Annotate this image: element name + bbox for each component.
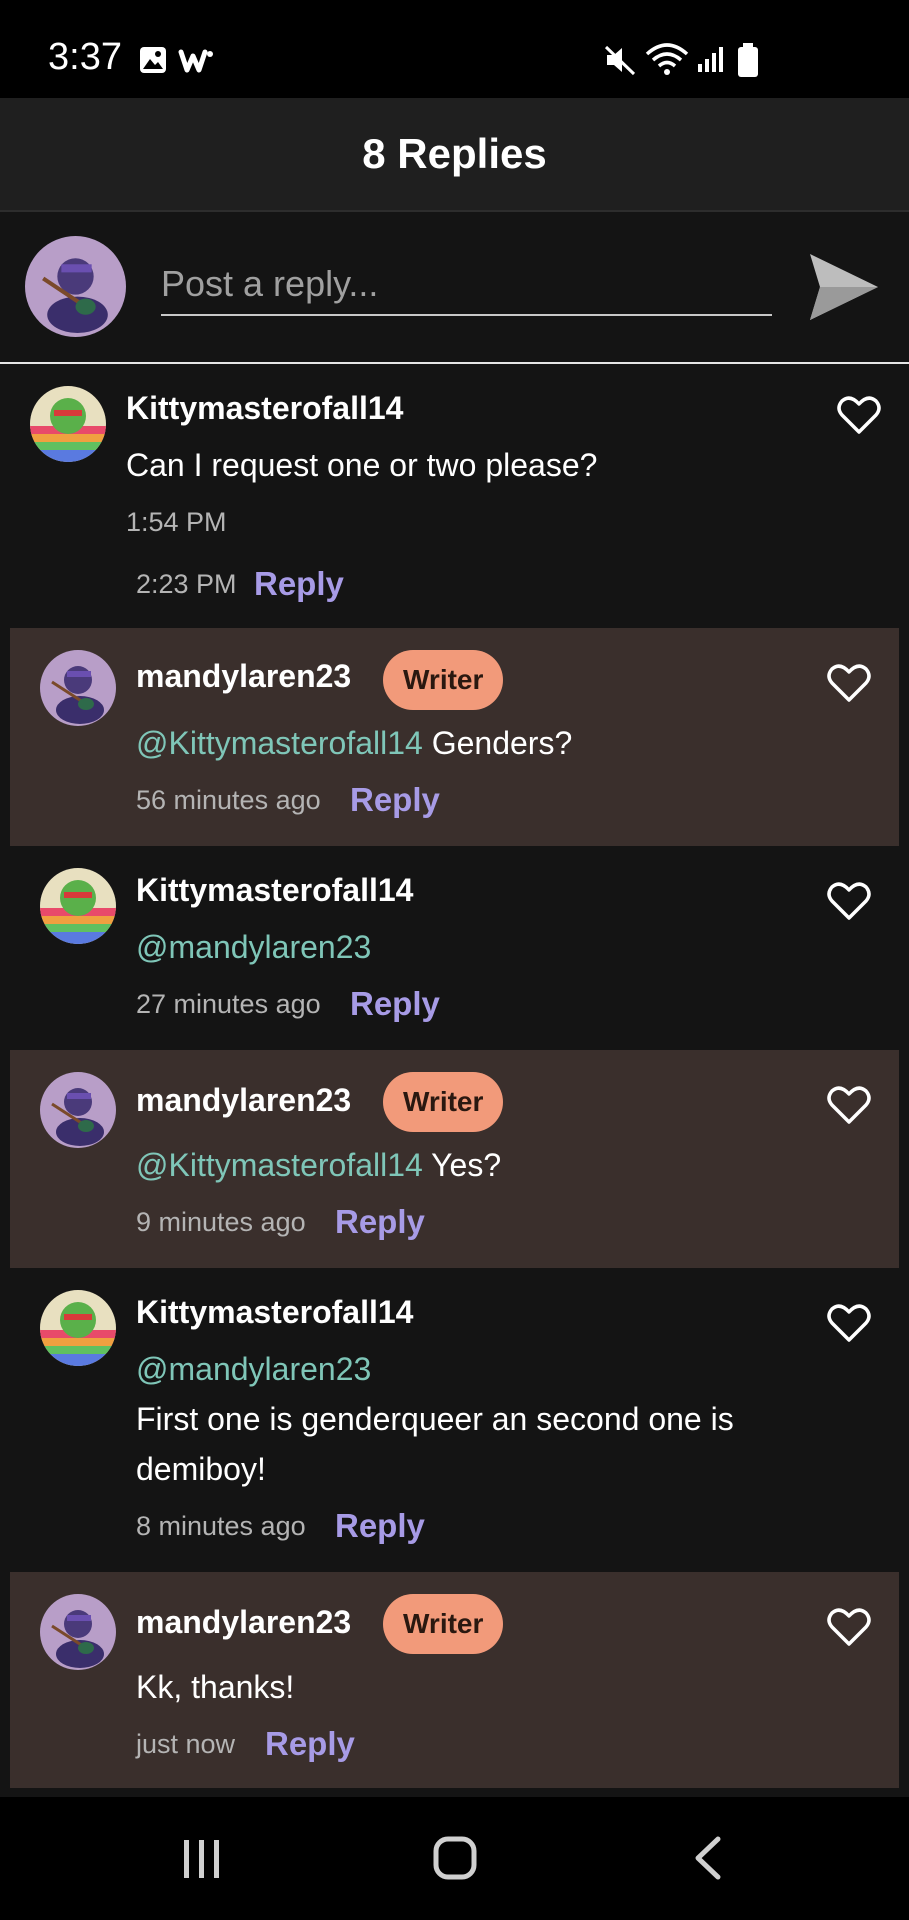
avatar[interactable]	[40, 1594, 116, 1670]
comment-time: 8 minutes ago	[136, 1511, 306, 1541]
comment-time: 56 minutes ago	[136, 785, 321, 815]
status-time: 3:37	[48, 36, 122, 78]
purple-avatar-icon	[25, 236, 126, 337]
comment-username[interactable]: Kittymasterofall14	[136, 872, 413, 909]
w-app-icon	[178, 49, 213, 73]
comment-item: Kittymasterofall14 Can I request one or …	[10, 368, 899, 628]
comment-body: Genders?	[431, 725, 573, 761]
comment-item: Kittymasterofall14 @mandylaren23 First on…	[10, 1268, 899, 1572]
heart-icon[interactable]	[826, 662, 872, 704]
comment-username[interactable]: mandylaren23	[136, 658, 351, 695]
comment-text: Kk, thanks!	[136, 1669, 295, 1705]
heart-icon[interactable]	[826, 880, 872, 922]
writer-badge: Writer	[383, 650, 504, 710]
comment-time: 9 minutes ago	[136, 1207, 306, 1237]
comment-item: mandylaren23 Writer @Kittymasterofall14 …	[10, 628, 899, 846]
home-icon[interactable]	[432, 1835, 478, 1881]
avatar	[25, 236, 126, 337]
mention-link[interactable]: @Kittymasterofall14	[136, 1147, 423, 1183]
avatar[interactable]	[30, 386, 106, 462]
comment-body: First one is genderqueer an second one i…	[136, 1401, 734, 1487]
green-avatar-icon	[40, 868, 116, 944]
battery-icon	[738, 43, 758, 77]
comment-username[interactable]: mandylaren23	[136, 1604, 351, 1641]
wifi-icon	[645, 43, 689, 75]
comment-text: Can I request one or two please?	[126, 447, 598, 483]
heart-icon[interactable]	[836, 394, 882, 436]
comment-username[interactable]: Kittymasterofall14	[136, 1294, 413, 1331]
signal-icon	[698, 47, 723, 72]
comment-text: @Kittymasterofall14 Yes?	[136, 1140, 836, 1190]
comment-time: 1:54 PM	[126, 507, 227, 537]
reply-time: 2:23 PM	[136, 569, 237, 599]
send-icon[interactable]	[806, 250, 882, 324]
status-bar: 3:37	[0, 0, 909, 98]
comment-item: mandylaren23 Writer @Kittymasterofall14 …	[10, 1050, 899, 1268]
heart-icon[interactable]	[826, 1302, 872, 1344]
recent-apps-icon[interactable]	[180, 1837, 224, 1881]
mute-icon	[604, 45, 636, 76]
comment-time: 27 minutes ago	[136, 989, 321, 1019]
heart-icon[interactable]	[826, 1606, 872, 1648]
purple-avatar-icon	[40, 1072, 116, 1148]
comment-username[interactable]: mandylaren23	[136, 1082, 351, 1119]
avatar[interactable]	[40, 650, 116, 726]
image-icon	[140, 47, 166, 73]
reply-button[interactable]: Reply	[350, 781, 440, 819]
mention-link[interactable]: @Kittymasterofall14	[136, 725, 423, 761]
reply-button[interactable]: Reply	[265, 1725, 355, 1763]
reply-button[interactable]: Reply	[335, 1507, 425, 1545]
writer-badge: Writer	[383, 1594, 504, 1654]
reply-button[interactable]: Reply	[350, 985, 440, 1023]
replies-header: 8 Replies	[0, 98, 909, 212]
comment-text: @Kittymasterofall14 Genders?	[136, 718, 836, 768]
comment-item: mandylaren23 Writer Kk, thanks! just now…	[10, 1572, 899, 1788]
comment-item: Kittymasterofall14 @mandylaren23 27 minu…	[10, 846, 899, 1050]
purple-avatar-icon	[40, 650, 116, 726]
reply-button[interactable]: Reply	[335, 1203, 425, 1241]
back-icon[interactable]	[690, 1835, 726, 1881]
reply-composer	[0, 212, 909, 364]
mention-link[interactable]: @mandylaren23	[136, 1344, 776, 1394]
comment-text: @mandylaren23 First one is genderqueer an…	[136, 1344, 776, 1494]
avatar[interactable]	[40, 868, 116, 944]
comment-time: just now	[136, 1729, 236, 1759]
avatar[interactable]	[40, 1290, 116, 1366]
avatar[interactable]	[40, 1072, 116, 1148]
mention-link[interactable]: @mandylaren23	[136, 929, 371, 965]
writer-badge: Writer	[383, 1072, 504, 1132]
reply-input[interactable]	[161, 260, 772, 316]
page-title: 8 Replies	[362, 130, 547, 177]
green-avatar-icon	[40, 1290, 116, 1366]
purple-avatar-icon	[40, 1594, 116, 1670]
comment-body: Yes?	[431, 1147, 502, 1183]
reply-button[interactable]: Reply	[254, 565, 344, 603]
comment-text: @mandylaren23	[136, 922, 836, 972]
system-nav-bar	[0, 1797, 909, 1920]
green-avatar-icon	[30, 386, 106, 462]
heart-icon[interactable]	[826, 1084, 872, 1126]
comment-username[interactable]: Kittymasterofall14	[126, 390, 403, 427]
